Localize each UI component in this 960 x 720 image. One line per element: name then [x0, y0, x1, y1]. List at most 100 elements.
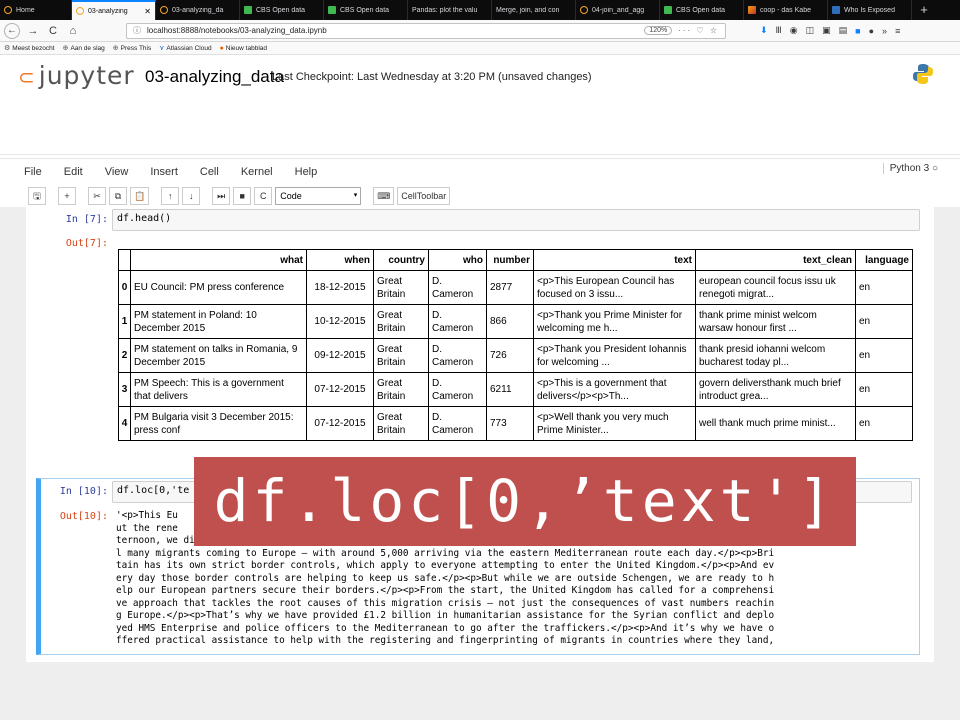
menu-item-help[interactable]: Help — [295, 166, 318, 178]
table-cell-what: PM Bulgaria visit 3 December 2015: press… — [130, 406, 307, 441]
extension-icon[interactable]: ◉ — [790, 25, 798, 36]
extension-icon[interactable]: ▣ — [822, 25, 831, 36]
jupyter-icon — [580, 6, 588, 14]
table-cell-who: D. Cameron — [428, 406, 487, 441]
info-icon[interactable]: ⓘ — [133, 25, 141, 36]
extension-icon[interactable]: ● — [869, 26, 874, 36]
row-index: 2 — [118, 338, 131, 373]
menu-item-insert[interactable]: Insert — [150, 166, 178, 178]
menu-item-view[interactable]: View — [105, 166, 129, 178]
browser-tab[interactable]: Merge, join, and con — [492, 0, 576, 20]
back-button[interactable]: ← — [4, 22, 20, 39]
restart-icon[interactable]: C — [254, 187, 273, 205]
menu-item-kernel[interactable]: Kernel — [241, 166, 273, 178]
library-icon[interactable]: Ⅲ — [776, 25, 782, 36]
table-cell-text-clean: well thank much prime minist... — [695, 406, 856, 441]
copy-icon[interactable]: ⧉ — [109, 187, 127, 205]
save-icon[interactable]: 🖫 — [28, 187, 46, 205]
browser-tab[interactable]: CBS Open data — [660, 0, 744, 20]
zoom-level[interactable]: 120% — [644, 26, 673, 35]
sidebar-icon[interactable]: ◫ — [806, 25, 815, 36]
download-icon[interactable]: ⬇ — [760, 25, 768, 36]
new-tab-button[interactable]: + — [912, 0, 936, 20]
browser-tab[interactable]: Who Is Exposed — [828, 0, 912, 20]
notebook-title[interactable]: 03-analyzing_data — [145, 67, 284, 87]
cut-icon[interactable]: ✂ — [88, 187, 106, 205]
bookmark-item[interactable]: ● Nieuw tabblad — [220, 45, 267, 52]
gear-icon: ⚙ — [4, 45, 11, 52]
menu-icon[interactable]: ≡ — [895, 26, 900, 36]
globe-icon: ⊕ — [112, 45, 119, 52]
code-input[interactable]: df.head() — [112, 209, 920, 231]
reload-button[interactable]: C — [46, 25, 60, 37]
table-cell-text: <p>Thank you Prime Minister for welcomin… — [533, 304, 696, 339]
move-down-icon[interactable]: ↓ — [182, 187, 201, 205]
exposed-icon — [832, 6, 840, 14]
tab-label: Merge, join, and con — [496, 6, 560, 14]
table-cell-country: Great Britain — [373, 372, 429, 407]
cell-type-select[interactable]: Code ▾ — [275, 187, 362, 205]
celltoolbar-button[interactable]: CellToolbar — [397, 187, 451, 205]
browser-tab[interactable]: 04-join_and_agg — [576, 0, 660, 20]
bookmark-item[interactable]: ⊕ Press This — [112, 44, 151, 53]
browser-tab[interactable]: CBS Open data — [240, 0, 324, 20]
bookmark-label: Meest bezocht — [12, 44, 55, 52]
table-cell-country: Great Britain — [373, 338, 429, 373]
add-cell-icon[interactable]: + — [58, 187, 76, 205]
table-cell-text-clean: thank prime minist welcom warsaw honour … — [695, 304, 856, 339]
table-cell-language: en — [855, 270, 913, 305]
column-header: language — [855, 249, 913, 271]
menu-item-cell[interactable]: Cell — [200, 166, 219, 178]
output-line: elp our European partners secure their b… — [116, 585, 775, 596]
table-cell-what: PM Speech: This is a government that del… — [130, 372, 307, 407]
reader-icon[interactable]: ▤ — [839, 25, 848, 36]
bookmark-label: Atlassian Cloud — [166, 44, 212, 52]
jupyter-logo[interactable]: ⊂ jupyter — [18, 61, 135, 90]
table-cell-country: Great Britain — [373, 406, 429, 441]
browser-tab[interactable]: CBS Open data — [324, 0, 408, 20]
home-button[interactable]: ⌂ — [66, 25, 80, 37]
browser-tab[interactable]: 03-analyzing_da — [156, 0, 240, 20]
checkpoint-status: Last Checkpoint: Last Wednesday at 3:20 … — [272, 71, 592, 83]
bookmark-item[interactable]: ⋎ Atlassian Cloud — [159, 44, 212, 53]
bookmark-label: Aan de slag — [70, 44, 105, 52]
bookmark-item[interactable]: ⊕ Aan de slag — [63, 44, 105, 53]
column-header: who — [428, 249, 487, 271]
paste-icon[interactable]: 📋 — [130, 187, 150, 205]
table-cell-when: 10-12-2015 — [306, 304, 374, 339]
run-icon[interactable]: ⏭ — [212, 187, 231, 205]
table-cell-what: PM statement on talks in Romania, 9 Dece… — [130, 338, 307, 373]
output-prompt: Out[7]: — [65, 238, 108, 249]
row-index: 0 — [118, 270, 131, 305]
browser-tab[interactable]: Pandas: plot the valu — [408, 0, 492, 20]
url-text[interactable]: localhost:8888/notebooks/03-analyzing_da… — [147, 26, 638, 35]
extension-icon[interactable]: ■ — [855, 26, 860, 36]
move-up-icon[interactable]: ↑ — [161, 187, 180, 205]
url-bar[interactable]: ⓘ localhost:8888/notebooks/03-analyzing_… — [126, 22, 726, 39]
bookmark-label: Nieuw tabblad — [225, 44, 267, 52]
table-cell-number: 6211 — [486, 372, 534, 407]
forward-button[interactable]: → — [26, 25, 40, 37]
browser-tab[interactable]: 03-analyzing ✕ — [72, 0, 156, 20]
table-cell-text-clean: thank presid iohanni welcom bucharest to… — [695, 338, 856, 373]
keyboard-icon[interactable]: ⌨ — [373, 187, 395, 205]
tab-label: 03-analyzing_da — [172, 6, 224, 14]
table-cell-number: 866 — [486, 304, 534, 339]
menu-item-file[interactable]: File — [24, 166, 42, 178]
output-line: ffered practical assistance to help with… — [116, 635, 775, 646]
browser-tab[interactable]: coop - das Kabe — [744, 0, 828, 20]
browser-tab[interactable]: Home — [0, 0, 72, 20]
bookmark-item[interactable]: ⚙ Meest bezocht — [4, 44, 55, 53]
input-prompt: In [10]: — [59, 486, 108, 497]
close-icon[interactable]: ✕ — [144, 7, 151, 16]
output-line: g Europe.</p><p>That’s why we have provi… — [116, 610, 775, 621]
output-line: ery day those border controls are helpin… — [116, 572, 775, 584]
table-cell-who: D. Cameron — [428, 270, 487, 305]
tab-label: CBS Open data — [340, 6, 390, 14]
page-actions[interactable]: ··· ♡ ☆ — [678, 26, 719, 35]
stop-icon[interactable]: ■ — [233, 187, 252, 205]
table-row: 0 EU Council: PM press conference 18-12-20… — [118, 270, 913, 305]
overflow-icon[interactable]: » — [882, 26, 887, 36]
menu-item-edit[interactable]: Edit — [64, 166, 83, 178]
table-cell-number: 773 — [486, 406, 534, 441]
